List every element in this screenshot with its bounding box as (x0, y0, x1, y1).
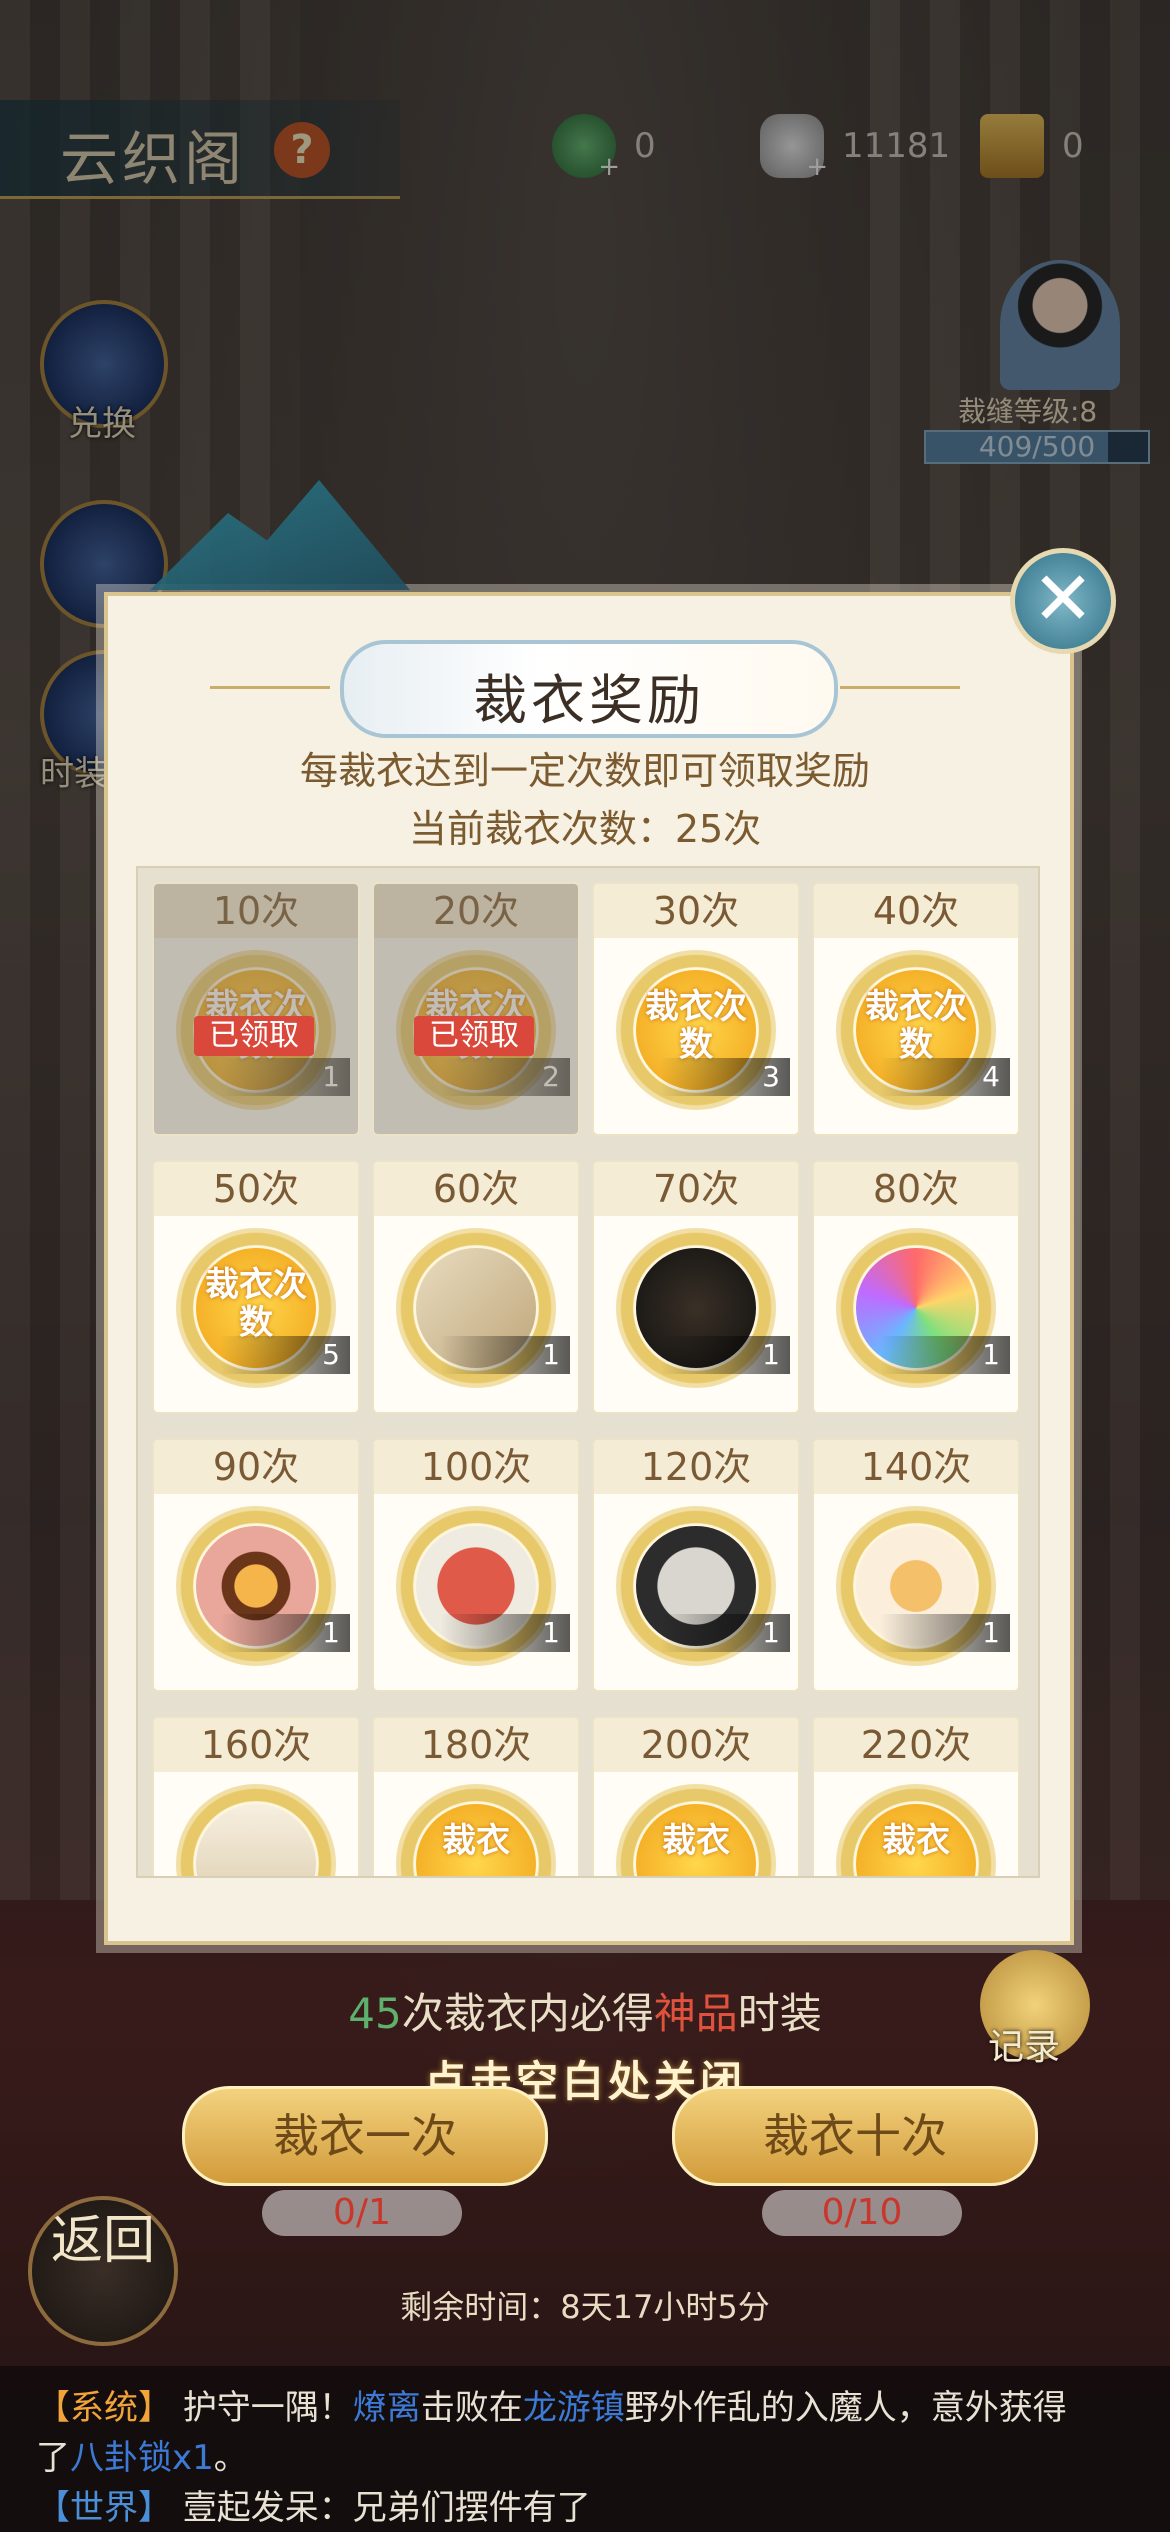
reward-cell[interactable]: 180次裁衣 (372, 1716, 580, 1876)
reward-threshold-label: 140次 (814, 1440, 1018, 1494)
chat-item-name[interactable]: 八卦锁x1 (70, 2438, 214, 2478)
record-label: 记录 (988, 2027, 1061, 2068)
title-deco-left (210, 686, 330, 689)
reward-cell[interactable]: 40次裁衣次数 4 (812, 882, 1020, 1136)
chat-system-tag: 【系统】 (36, 2388, 172, 2428)
tailor-ten-cost: 0/10 (762, 2190, 962, 2236)
claimed-badge: 已领取 (194, 1016, 314, 1056)
chat-system-line-2: 了八卦锁x1。 (36, 2430, 248, 2479)
reward-threshold-label: 40次 (814, 884, 1018, 938)
tailor-ten-button[interactable]: 裁衣十次 (672, 2086, 1038, 2186)
reward-cell[interactable]: 160次 (152, 1716, 360, 1876)
reward-threshold-label: 160次 (154, 1718, 358, 1772)
reward-rule-text: 每裁衣达到一定次数即可领取奖励 (299, 749, 870, 793)
ticket-icon[interactable]: 裁衣 (396, 1784, 556, 1876)
reward-cell[interactable]: 80次 1 (812, 1160, 1020, 1414)
modal-title: 裁衣奖励 (473, 669, 705, 732)
reward-item-tag: 裁衣次数 (645, 987, 747, 1065)
reward-quantity: 1 (440, 1336, 570, 1374)
title-deco-right (840, 686, 960, 689)
reward-quantity: 5 (220, 1336, 350, 1374)
reward-item-tag: 裁衣 (662, 1821, 730, 1861)
reward-quantity: 1 (880, 1614, 1010, 1652)
reward-item-tag: 裁衣 (882, 1821, 950, 1861)
modal-title-plate: 裁衣奖励 (340, 640, 838, 738)
ticket-icon[interactable]: 裁衣 (836, 1784, 996, 1876)
reward-cell[interactable]: 140次 1 (812, 1438, 1020, 1692)
frame-icon[interactable] (176, 1784, 336, 1876)
reward-threshold-label: 70次 (594, 1162, 798, 1216)
reward-cell[interactable]: 200次裁衣 (592, 1716, 800, 1876)
reward-item-tag: 裁衣次数 (865, 987, 967, 1065)
reward-cell[interactable]: 220次裁衣 (812, 1716, 1020, 1876)
claimed-badge: 已领取 (414, 1016, 534, 1056)
reward-threshold-label: 30次 (594, 884, 798, 938)
current-count-text: 当前裁衣次数：25次 (408, 807, 762, 851)
reward-threshold-label: 120次 (594, 1440, 798, 1494)
chat-system-text1: 护守一隅！ (182, 2388, 353, 2428)
ticket-icon[interactable]: 裁衣 (616, 1784, 776, 1876)
reward-quantity: 1 (220, 1614, 350, 1652)
guarantee-post: 时装 (737, 1989, 822, 2038)
reward-threshold-label: 90次 (154, 1440, 358, 1494)
chat-place-name[interactable]: 龙游镇 (523, 2388, 625, 2428)
reward-quantity: 3 (660, 1058, 790, 1096)
reward-threshold-label: 220次 (814, 1718, 1018, 1772)
reward-grid[interactable]: 10次裁衣次数1已领取20次裁衣次数2已领取30次裁衣次数340次裁衣次数450… (136, 866, 1040, 1878)
chat-player-name[interactable]: 燎离 (353, 2388, 421, 2428)
claimed-overlay (154, 884, 358, 1134)
guarantee-pre: 次裁衣内必得 (401, 1989, 654, 2038)
tailor-once-cost: 0/1 (262, 2190, 462, 2236)
reward-cell[interactable]: 100次 1 (372, 1438, 580, 1692)
reward-quantity: 4 (880, 1058, 1010, 1096)
chat-system-text4: 了 (36, 2438, 70, 2478)
reward-quantity: 1 (660, 1336, 790, 1374)
chat-world-text: 壹起发呆：兄弟们摆件有了 (182, 2488, 591, 2528)
reward-threshold-label: 50次 (154, 1162, 358, 1216)
reward-item-tag: 裁衣次数 (205, 1265, 307, 1343)
reward-cell[interactable]: 70次 1 (592, 1160, 800, 1414)
reward-cell[interactable]: 90次 1 (152, 1438, 360, 1692)
reward-cell[interactable]: 60次 1 (372, 1160, 580, 1414)
chat-system-text2: 击败在 (420, 2388, 523, 2428)
chat-panel[interactable]: 【系统】 护守一隅！燎离击败在龙游镇野外作乱的入魔人，意外获得 了八卦锁x1。 … (0, 2366, 1170, 2532)
guarantee-rarity: 神品 (653, 1989, 738, 2038)
chat-world-tag: 【世界】 (36, 2488, 172, 2528)
reward-item-image (196, 1804, 316, 1876)
chat-system-text5: 。 (213, 2438, 248, 2478)
reward-threshold-label: 200次 (594, 1718, 798, 1772)
reward-quantity: 1 (880, 1336, 1010, 1374)
chat-world-line: 【世界】 壹起发呆：兄弟们摆件有了 (36, 2480, 591, 2529)
reward-threshold-label: 100次 (374, 1440, 578, 1494)
reward-cell[interactable]: 10次裁衣次数1已领取 (152, 882, 360, 1136)
guarantee-count: 45 (348, 1989, 402, 2038)
reward-threshold-label: 180次 (374, 1718, 578, 1772)
tailor-once-button[interactable]: 裁衣一次 (182, 2086, 548, 2186)
reward-cell[interactable]: 20次裁衣次数2已领取 (372, 882, 580, 1136)
reward-quantity: 1 (660, 1614, 790, 1652)
chat-system-text3: 野外作乱的入魔人，意外获得 (624, 2388, 1067, 2428)
back-button[interactable]: 返回 (28, 2196, 178, 2346)
reward-cell[interactable]: 120次 1 (592, 1438, 800, 1692)
chat-system-line: 【系统】 护守一隅！燎离击败在龙游镇野外作乱的入魔人，意外获得 (36, 2380, 1067, 2429)
reward-cell[interactable]: 30次裁衣次数 3 (592, 882, 800, 1136)
reward-quantity: 1 (440, 1614, 570, 1652)
reward-cell[interactable]: 50次裁衣次数 5 (152, 1160, 360, 1414)
reward-threshold-label: 60次 (374, 1162, 578, 1216)
reward-threshold-label: 80次 (814, 1162, 1018, 1216)
reward-item-tag: 裁衣 (442, 1821, 510, 1861)
claimed-overlay (374, 884, 578, 1134)
close-button[interactable]: ✕ (1010, 548, 1116, 654)
